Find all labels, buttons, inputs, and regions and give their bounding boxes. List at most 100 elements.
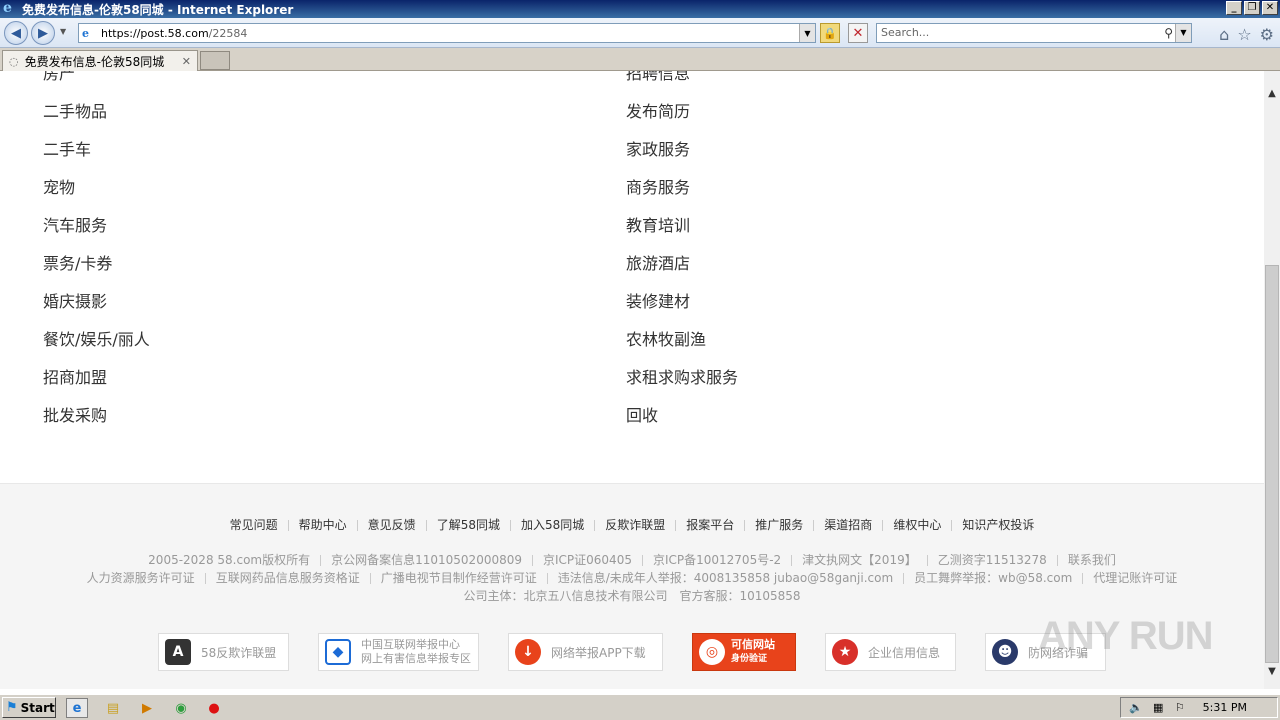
footer-license-item[interactable]: 京ICP备10012705号-2: [653, 553, 781, 567]
separator: [204, 573, 206, 584]
category-link[interactable]: 装修建材: [626, 288, 690, 312]
badge-trusted-line2: 身份验证: [731, 654, 768, 664]
footer-license-item[interactable]: 员工舞弊举报：wb@58.com: [914, 571, 1072, 585]
category-link[interactable]: 房产: [43, 71, 75, 84]
category-link[interactable]: 农林牧副渔: [626, 326, 706, 350]
scroll-thumb[interactable]: [1265, 265, 1279, 663]
stop-icon[interactable]: ✕: [848, 23, 868, 43]
download-icon: ↓: [515, 639, 541, 665]
action-center-flag-icon[interactable]: ⚐: [1175, 701, 1185, 714]
footer-link[interactable]: 推广服务: [755, 516, 803, 533]
new-tab-button[interactable]: [200, 51, 230, 70]
footer-link[interactable]: 渠道招商: [824, 516, 872, 533]
category-link[interactable]: 招聘信息: [626, 71, 690, 84]
footer-link[interactable]: 报案平台: [686, 516, 734, 533]
taskbar-explorer-folder-icon[interactable]: ▤: [102, 698, 124, 718]
volume-icon[interactable]: 🔈: [1129, 701, 1143, 714]
footer-license-line-1: 2005-2028 58.com版权所有 京公网备案信息1101050200080…: [0, 551, 1264, 568]
footer-license-item[interactable]: 代理记账许可证: [1093, 571, 1177, 585]
category-link[interactable]: 二手物品: [43, 98, 107, 122]
history-dropdown-icon[interactable]: ▼: [60, 27, 66, 36]
address-dropdown-icon[interactable]: ▼: [799, 24, 815, 42]
category-link[interactable]: 发布简历: [626, 98, 690, 122]
footer-license-item[interactable]: 2005-2028 58.com版权所有: [148, 553, 310, 567]
footer-link[interactable]: 反欺诈联盟: [605, 516, 665, 533]
footer-license-item[interactable]: 津文执网文【2019】: [802, 553, 917, 567]
window-controls: _ ❐ ✕: [1226, 1, 1278, 15]
footer-license-item[interactable]: 联系我们: [1068, 553, 1116, 567]
category-link[interactable]: 教育培训: [626, 212, 690, 236]
footer-license-item[interactable]: 京公网备案信息11010502000809: [331, 553, 522, 567]
footer-link[interactable]: 了解58同城: [437, 516, 500, 533]
category-link[interactable]: 家政服务: [626, 136, 690, 160]
tab-active[interactable]: ◌ 免费发布信息-伦敦58同城 ✕: [2, 50, 198, 71]
restore-button[interactable]: ❐: [1244, 1, 1260, 15]
navigation-bar: ◀ ▶ ▼ e https://post.58.com/22584 ▼ 🔒 ✕ …: [0, 18, 1280, 48]
separator: [356, 520, 358, 531]
category-link[interactable]: 回收: [626, 402, 658, 426]
badge-cn-report-line2: 网上有害信息举报专区: [361, 652, 471, 665]
footer-link[interactable]: 帮助中心: [299, 516, 347, 533]
category-link[interactable]: 招商加盟: [43, 364, 107, 388]
footer-license-item[interactable]: 互联网药品信息服务资格证: [216, 571, 360, 585]
loading-spinner-icon: ◌: [9, 54, 19, 68]
separator: [509, 520, 511, 531]
network-icon[interactable]: ▦: [1153, 701, 1163, 714]
back-arrow-icon[interactable]: ◀: [4, 21, 28, 45]
footer-link[interactable]: 意见反馈: [368, 516, 416, 533]
close-window-button[interactable]: ✕: [1262, 1, 1278, 15]
taskbar-ie-icon[interactable]: e: [66, 698, 88, 718]
category-link[interactable]: 婚庆摄影: [43, 288, 107, 312]
badge-trusted-site[interactable]: ◎ 可信网站 身份验证: [692, 633, 796, 671]
footer-license-item[interactable]: 广播电视节目制作经营许可证: [381, 571, 537, 585]
footer-license-item[interactable]: 京ICP证060405: [543, 553, 632, 567]
category-link[interactable]: 旅游酒店: [626, 250, 690, 274]
start-button[interactable]: ⚑ Start: [2, 697, 56, 718]
category-link[interactable]: 票务/卡券: [43, 250, 112, 274]
category-link[interactable]: 餐饮/娱乐/丽人: [43, 326, 150, 350]
category-link[interactable]: 宠物: [43, 174, 75, 198]
separator: [903, 573, 905, 584]
forward-arrow-icon[interactable]: ▶: [31, 21, 55, 45]
badge-credit[interactable]: ★ 企业信用信息: [825, 633, 956, 671]
scroll-up-icon[interactable]: ▲: [1264, 85, 1280, 101]
separator: [791, 555, 793, 566]
tools-gear-icon[interactable]: ⚙: [1260, 25, 1274, 44]
taskbar-chrome-icon[interactable]: ◉: [170, 698, 192, 718]
footer-license-item[interactable]: 乙测资字11513278: [938, 553, 1047, 567]
home-icon[interactable]: ⌂: [1219, 25, 1229, 44]
category-link[interactable]: 求租求购求服务: [626, 364, 738, 388]
taskbar-media-player-icon[interactable]: ▶: [136, 698, 158, 718]
search-icon[interactable]: ⚲: [1164, 24, 1173, 42]
footer-link[interactable]: 常见问题: [230, 516, 278, 533]
search-dropdown-icon[interactable]: ▼: [1175, 24, 1191, 42]
search-input[interactable]: Search... ⚲ ▼: [876, 23, 1192, 43]
window-title-bar: e 免费发布信息-伦敦58同城 - Internet Explorer _ ❐ …: [0, 0, 1280, 18]
separator: [546, 573, 548, 584]
separator: [425, 520, 427, 531]
category-link[interactable]: 汽车服务: [43, 212, 107, 236]
address-bar[interactable]: e https://post.58.com/22584 ▼: [78, 23, 816, 43]
window-title: 免费发布信息-伦敦58同城 - Internet Explorer: [22, 2, 294, 17]
lock-icon[interactable]: 🔒: [820, 23, 840, 43]
footer-license-item[interactable]: 违法信息/未成年人举报：4008135858 jubao@58ganji.com: [558, 571, 893, 585]
favorites-star-icon[interactable]: ☆: [1237, 25, 1251, 44]
footer-link[interactable]: 维权中心: [893, 516, 941, 533]
taskbar-alert-icon[interactable]: ●: [203, 698, 225, 718]
badge-cn-report[interactable]: ◆ 中国互联网举报中心 网上有害信息举报专区: [318, 633, 479, 671]
footer-link[interactable]: 知识产权投诉: [962, 516, 1034, 533]
tab-close-icon[interactable]: ✕: [182, 55, 191, 68]
windows-flag-icon: ⚑: [6, 700, 18, 715]
category-link[interactable]: 商务服务: [626, 174, 690, 198]
badge-antifraud[interactable]: A 58反欺诈联盟: [158, 633, 289, 671]
category-link[interactable]: 二手车: [43, 136, 91, 160]
minimize-button[interactable]: _: [1226, 1, 1242, 15]
separator: [369, 573, 371, 584]
footer-license-item[interactable]: 人力资源服务许可证: [87, 571, 195, 585]
tab-label: 免费发布信息-伦敦58同城: [24, 54, 165, 69]
footer-link[interactable]: 加入58同城: [521, 516, 584, 533]
scroll-down-icon[interactable]: ▼: [1264, 663, 1280, 679]
vertical-scrollbar[interactable]: ▲ ▼: [1264, 71, 1280, 689]
category-link[interactable]: 批发采购: [43, 402, 107, 426]
badge-app-report[interactable]: ↓ 网络举报APP下载: [508, 633, 663, 671]
